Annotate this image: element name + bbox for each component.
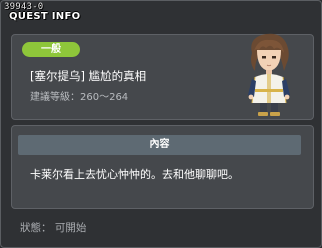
quest-status: 狀態： 可開始	[20, 222, 87, 234]
recommended-level: 建議等級：260～264	[30, 92, 129, 103]
quest-category-badge: 一般	[22, 42, 80, 57]
content-header: 內容	[18, 135, 301, 155]
quest-description: 卡莱尔看上去忧心忡忡的。去和他聊聊吧。	[30, 168, 239, 181]
quest-summary-panel: 一般 [塞尔提乌] 尴尬的真相 建議等級：260～264	[11, 33, 314, 120]
quest-name: [塞尔提乌] 尴尬的真相	[30, 69, 147, 83]
quest-info-window: 39943-0 QUEST INFO 一般 [塞尔提乌] 尴尬的真相 建議等級：…	[0, 0, 322, 248]
npc-avatar	[248, 33, 290, 116]
window-title: QUEST INFO	[9, 11, 81, 22]
quest-content-panel: 內容 卡莱尔看上去忧心忡忡的。去和他聊聊吧。	[11, 125, 314, 209]
